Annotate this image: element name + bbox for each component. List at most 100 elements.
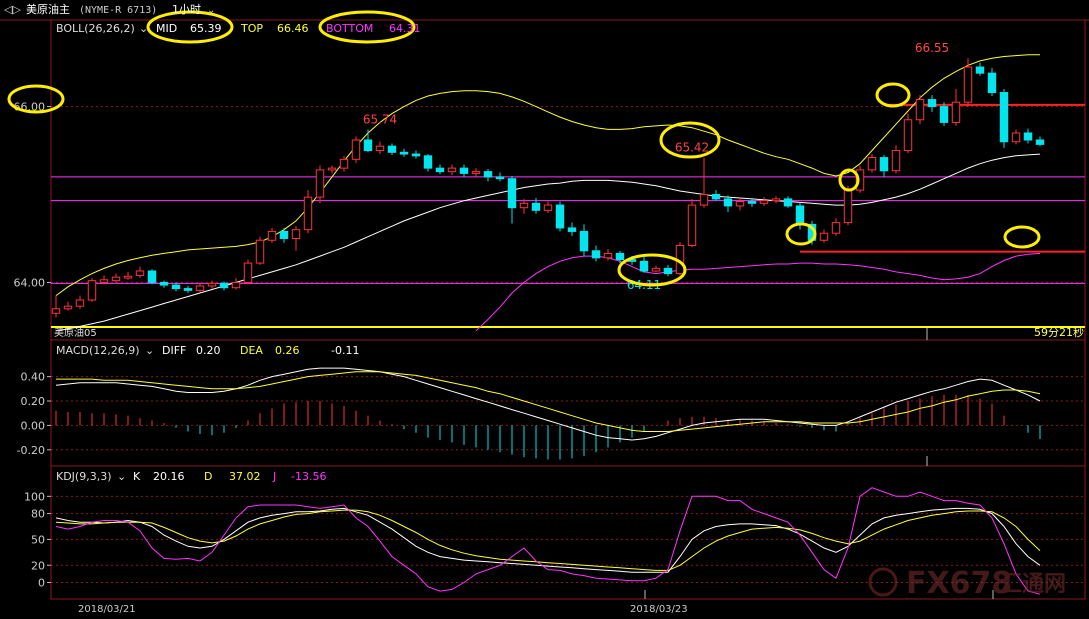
candle: [435, 164, 445, 175]
candle-body: [255, 239, 265, 264]
candle-body: [963, 66, 973, 103]
candle: [639, 256, 649, 273]
kdj-panel[interactable]: 100 80 50 20 0: [24, 487, 1041, 595]
candle-body: [183, 288, 193, 291]
boll-mid-line: [55, 153, 1041, 332]
candle: [567, 222, 577, 236]
candle-body: [363, 139, 373, 152]
kdj-j-label: J: [272, 470, 276, 483]
candle: [819, 229, 829, 243]
candle-body: [303, 196, 313, 231]
candle-body: [579, 230, 589, 252]
candle: [999, 88, 1009, 148]
macd-y-tick-label: 0.40: [21, 371, 46, 384]
period-selector[interactable]: 1小时: [172, 3, 201, 16]
panel-frames: [0, 19, 1089, 600]
candle: [591, 245, 601, 262]
candle-body: [483, 171, 493, 178]
candle-body: [315, 169, 325, 198]
boll-dropdown-icon[interactable]: ⌄: [139, 22, 148, 35]
price-panel[interactable]: 64.0066.0065.7465.4264.1166.55: [14, 41, 1086, 332]
kdj-y-tick-label: 80: [31, 508, 45, 521]
candle-body: [519, 202, 529, 209]
macd-dropdown-icon[interactable]: ⌄: [145, 344, 154, 357]
candle-body: [819, 232, 829, 241]
candle: [951, 88, 961, 126]
candle: [927, 95, 937, 112]
candle-body: [771, 198, 781, 202]
kdj-y-tick-label: 0: [38, 576, 45, 589]
candle-body: [543, 204, 553, 211]
candle: [507, 176, 517, 224]
candle-body: [447, 167, 457, 173]
boll-label[interactable]: BOLL(26,26,2): [56, 22, 135, 35]
candle: [159, 280, 169, 288]
candle-body: [207, 282, 217, 287]
candle: [315, 165, 325, 204]
macd-y-tick-label: 0.20: [21, 395, 46, 408]
candle-body: [351, 139, 361, 160]
candle-body: [423, 155, 433, 169]
kdj-k-label: K: [133, 470, 141, 483]
candle: [471, 168, 481, 177]
candle: [87, 278, 97, 302]
candle-body: [123, 275, 133, 279]
candle: [771, 196, 781, 204]
candle: [675, 241, 685, 276]
candle: [147, 269, 157, 285]
candle: [327, 165, 337, 174]
candle-body: [687, 204, 697, 247]
candle-body: [531, 202, 541, 211]
chart-canvas[interactable]: 64.0066.0065.7465.4264.1166.55 0.40 0.20 0…: [0, 0, 1089, 619]
kdj-d-value: 37.02: [229, 470, 261, 483]
candle: [723, 195, 733, 213]
candle: [915, 95, 925, 125]
kdj-j-line: [55, 487, 1041, 595]
candle-body: [987, 72, 997, 94]
macd-panel[interactable]: 0.40 0.20 0.00 -0.20: [17, 367, 1041, 460]
candle-body: [699, 194, 709, 206]
candle-body: [135, 270, 145, 276]
candle-body: [243, 262, 253, 283]
candle: [579, 224, 589, 257]
candle: [759, 197, 769, 206]
macd-diff-label: DIFF: [162, 344, 186, 357]
date-label-2: 2018/03/23: [630, 604, 688, 615]
candle-body: [615, 252, 625, 261]
sub-contract-label: 美原油05: [54, 326, 97, 339]
price-annotation: 65.42: [675, 141, 709, 155]
kdj-y-tick-label: 100: [24, 490, 45, 503]
candle: [891, 145, 901, 174]
price-annotation: 66.55: [915, 41, 949, 55]
macd-dea-label: DEA: [240, 344, 263, 357]
candle: [543, 201, 553, 213]
candle: [663, 264, 673, 277]
candle: [51, 295, 61, 318]
candle: [1011, 129, 1021, 145]
candle: [711, 190, 721, 201]
candle-body: [411, 153, 421, 157]
candle: [423, 154, 433, 172]
back-forward-icon[interactable]: ◁▷: [4, 3, 21, 16]
candle-body: [951, 101, 961, 123]
period-dropdown-icon[interactable]: ⌄: [207, 5, 215, 16]
highlight-ellipse: [838, 168, 860, 192]
candle-body: [795, 205, 805, 225]
candle: [363, 129, 373, 153]
candle-body: [735, 201, 745, 207]
candle-body: [507, 178, 517, 209]
candle-body: [999, 92, 1009, 143]
candle: [555, 201, 565, 232]
candle: [207, 280, 217, 289]
candle-body: [1023, 132, 1033, 141]
kdj-label[interactable]: KDJ(9,3,3): [56, 470, 112, 483]
candle-body: [1011, 132, 1021, 143]
macd-label[interactable]: MACD(12,26,9): [56, 344, 140, 357]
candle-body: [867, 157, 877, 171]
candle-body: [111, 276, 121, 282]
candle-body: [99, 279, 109, 283]
candle: [243, 259, 253, 285]
kdj-dropdown-icon[interactable]: ⌄: [117, 470, 126, 483]
candle-body: [747, 201, 757, 204]
candle: [111, 273, 121, 283]
